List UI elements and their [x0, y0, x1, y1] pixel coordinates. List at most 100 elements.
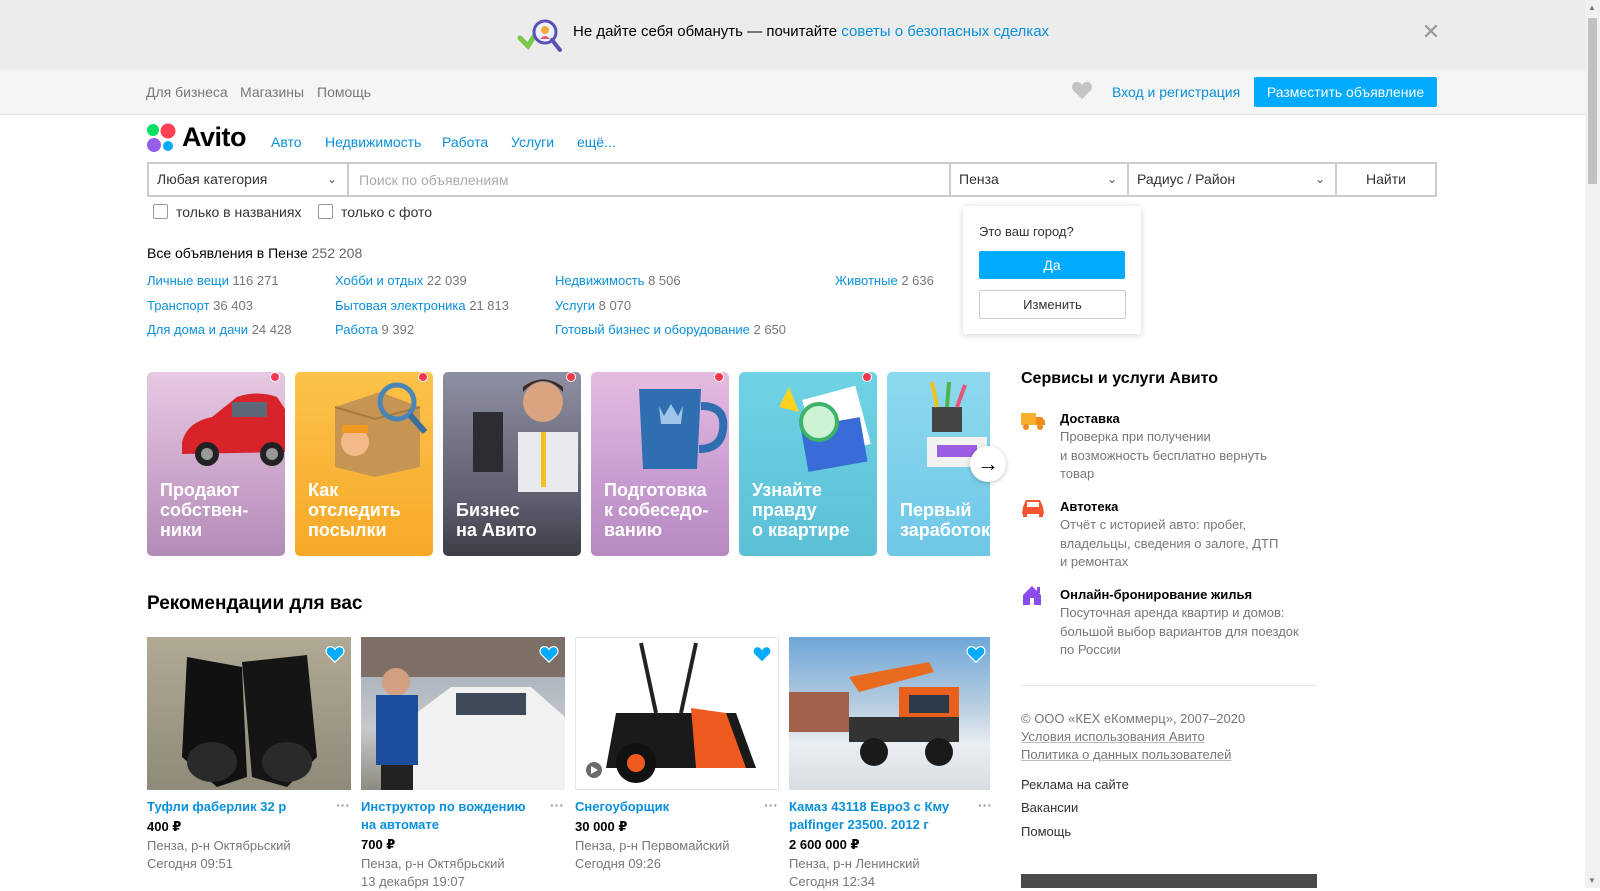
category-link[interactable]: Для дома и дачи 24 428	[147, 322, 291, 337]
close-icon[interactable]: ✕	[1421, 21, 1441, 43]
avito-logo-icon[interactable]	[146, 123, 178, 153]
checkbox-box[interactable]	[153, 204, 168, 219]
listing-date: Сегодня 12:34	[789, 874, 875, 889]
category-link[interactable]: Недвижимость 8 506	[555, 273, 681, 288]
post-ad-button[interactable]: Разместить объявление	[1254, 77, 1437, 107]
ad-banner[interactable]	[1021, 874, 1317, 888]
find-button[interactable]: Найти	[1337, 164, 1435, 195]
change-city-button[interactable]: Изменить	[979, 290, 1126, 319]
category-link[interactable]: Готовый бизнес и оборудование 2 650	[555, 322, 786, 337]
listing-photo[interactable]	[361, 637, 565, 790]
category-link[interactable]: Хобби и отдых 22 039	[335, 273, 467, 288]
story-card[interactable]: Подготовка к собеседо-ванию	[591, 372, 729, 556]
copyright: © ООО «КЕХ еКоммерц», 2007–2020	[1021, 711, 1246, 726]
help-footer-link[interactable]: Помощь	[1021, 824, 1071, 839]
shops-link[interactable]: Магазины	[240, 84, 304, 100]
search-input[interactable]	[349, 164, 949, 195]
category-link[interactable]: Животные 2 636	[835, 273, 934, 288]
listing-location: Пенза, р-н Октябрьский	[361, 856, 505, 871]
story-title: Подготовка к собеседо-ванию	[604, 480, 709, 540]
listing-location: Пенза, р-н Первомайский	[575, 838, 730, 853]
listing-date: 13 декабря 19:07	[361, 874, 465, 889]
nav-realty[interactable]: Недвижимость	[325, 134, 421, 150]
category-link[interactable]: Транспорт 36 403	[147, 298, 253, 313]
chevron-down-icon: ⌄	[1314, 172, 1325, 186]
service-delivery-title[interactable]: Доставка	[1060, 411, 1120, 426]
nav-jobs[interactable]: Работа	[442, 134, 488, 150]
radius-select[interactable]: Радиус / Район ⌄	[1129, 164, 1335, 195]
listing-price: 700 ₽	[361, 837, 396, 852]
listing-title[interactable]: Снегоуборщик	[575, 798, 755, 816]
notify-dot	[418, 372, 428, 382]
nav-more[interactable]: ещё...	[577, 134, 616, 150]
listing-photo[interactable]	[789, 637, 990, 790]
more-options-icon[interactable]: ···	[550, 797, 564, 813]
more-options-icon[interactable]: ···	[336, 797, 350, 813]
more-options-icon[interactable]: ···	[764, 797, 778, 813]
listing-title[interactable]: Инструктор по вождению на автомате	[361, 798, 541, 834]
favorite-heart-icon[interactable]	[325, 645, 345, 663]
only-titles-checkbox[interactable]: только в названиях	[153, 204, 301, 220]
terms-link[interactable]: Условия использования Авито	[1021, 729, 1205, 744]
documents-picture	[779, 385, 871, 472]
snow-blower-picture	[586, 642, 756, 783]
black-shoes-picture	[182, 655, 317, 787]
instructor-car-picture	[361, 637, 565, 790]
listing-title[interactable]: Туфли фаберлик 32 р	[147, 798, 327, 816]
favorite-heart-icon[interactable]	[752, 645, 772, 663]
car-icon	[1022, 500, 1044, 517]
arrow-right-icon[interactable]: →	[970, 446, 1006, 482]
favorite-heart-icon[interactable]	[966, 645, 986, 663]
mug-picture	[639, 389, 728, 469]
favorite-heart-icon[interactable]	[539, 645, 559, 663]
service-booking-title[interactable]: Онлайн-бронирование жилья	[1060, 587, 1252, 602]
listing-date: Сегодня 09:26	[575, 856, 661, 871]
listing-date: Сегодня 09:51	[147, 856, 233, 871]
listing-price: 2 600 000 ₽	[789, 837, 860, 852]
avito-logo-text[interactable]: Avito	[182, 122, 247, 153]
nav-services[interactable]: Услуги	[511, 134, 554, 150]
favorites-heart-icon[interactable]	[1071, 80, 1093, 100]
service-autoteka-title[interactable]: Автотека	[1060, 499, 1118, 514]
only-photo-checkbox[interactable]: только с фото	[318, 204, 432, 220]
category-link[interactable]: Услуги 8 070	[555, 298, 631, 313]
confirm-city-button[interactable]: Да	[979, 251, 1125, 279]
notify-dot	[714, 372, 724, 382]
more-options-icon[interactable]: ···	[978, 797, 992, 813]
privacy-policy-link[interactable]: Политика о данных пользователей	[1021, 747, 1231, 762]
advertising-link[interactable]: Реклама на сайте	[1021, 777, 1129, 792]
category-link[interactable]: Бытовая электроника 21 813	[335, 298, 509, 313]
story-card[interactable]: Бизнес на Авито	[443, 372, 581, 556]
vacancies-link[interactable]: Вакансии	[1021, 800, 1078, 815]
story-card[interactable]: Продают собствен-ники	[147, 372, 285, 556]
scrollbar-thumb[interactable]	[1588, 18, 1597, 184]
category-link[interactable]: Личные вещи 116 271	[147, 273, 279, 288]
city-select[interactable]: Пенза ⌄	[951, 164, 1127, 195]
chevron-down-icon: ⌄	[1106, 172, 1117, 186]
story-title: Продают собствен-ники	[160, 480, 249, 540]
chevron-down-icon: ⌄	[326, 172, 337, 186]
listing-title[interactable]: Камаз 43118 Евро3 с Кму palfinger 23500. …	[789, 798, 969, 834]
category-select[interactable]: Любая категория ⌄	[149, 164, 347, 195]
checkbox-box[interactable]	[318, 204, 333, 219]
scroll-down-icon[interactable]: ▼	[1588, 876, 1596, 885]
safe-deals-link[interactable]: советы о безопасных сделках	[841, 23, 1049, 40]
scroll-up-icon[interactable]: ▲	[1588, 3, 1596, 12]
truck-icon	[1021, 413, 1045, 430]
story-title: Как отследить посылки	[308, 480, 401, 540]
login-link[interactable]: Вход и регистрация	[1112, 84, 1240, 100]
listing-photo[interactable]	[575, 637, 779, 790]
kamaz-truck-picture	[789, 662, 959, 766]
city-question: Это ваш город?	[979, 224, 1074, 239]
story-card[interactable]: Узнайте правду о квартире	[739, 372, 877, 556]
listing-photo[interactable]	[147, 637, 351, 790]
listing-price: 400 ₽	[147, 819, 182, 834]
red-car-picture	[182, 393, 285, 466]
business-link[interactable]: Для бизнеса	[146, 84, 228, 100]
help-link[interactable]: Помощь	[317, 84, 371, 100]
nav-auto[interactable]: Авто	[271, 134, 302, 150]
category-link[interactable]: Работа 9 392	[335, 322, 414, 337]
story-card[interactable]: Как отследить посылки	[295, 372, 433, 556]
listing-location: Пенза, р-н Ленинский	[789, 856, 920, 871]
recommendations-title: Рекомендации для вас	[147, 593, 363, 614]
